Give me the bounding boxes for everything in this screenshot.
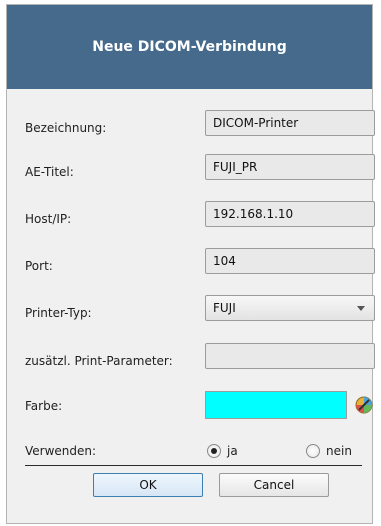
farbe-label: Farbe: bbox=[25, 399, 63, 413]
host-label: Host/IP: bbox=[25, 212, 72, 226]
port-label: Port: bbox=[25, 259, 53, 273]
radio-nein[interactable] bbox=[306, 444, 320, 458]
print-params-field[interactable] bbox=[205, 343, 375, 369]
color-picker-icon[interactable] bbox=[355, 396, 373, 414]
printer-typ-label: Printer-Typ: bbox=[25, 306, 92, 320]
bezeichnung-label: Bezeichnung: bbox=[25, 121, 107, 135]
bezeichnung-field[interactable]: DICOM-Printer bbox=[205, 110, 375, 136]
print-params-label: zusätzl. Print-Parameter: bbox=[25, 354, 173, 368]
radio-ja-label[interactable]: ja bbox=[227, 444, 238, 458]
dialog-title: Neue DICOM-Verbindung bbox=[92, 39, 287, 55]
ae-titel-label: AE-Titel: bbox=[25, 165, 74, 179]
radio-ja[interactable] bbox=[207, 444, 221, 458]
separator-line bbox=[25, 465, 362, 466]
chevron-down-icon bbox=[357, 305, 365, 311]
cancel-button[interactable]: Cancel bbox=[219, 473, 329, 497]
color-swatch[interactable] bbox=[205, 391, 347, 419]
ae-titel-field[interactable]: FUJI_PR bbox=[205, 154, 375, 180]
printer-typ-select[interactable]: FUJI bbox=[205, 295, 375, 321]
dicom-connection-dialog: Neue DICOM-Verbindung Bezeichnung: DICOM… bbox=[6, 4, 375, 524]
port-field[interactable]: 104 bbox=[205, 248, 375, 274]
ok-button[interactable]: OK bbox=[93, 473, 203, 497]
host-field[interactable]: 192.168.1.10 bbox=[205, 201, 375, 227]
printer-typ-value: FUJI bbox=[213, 301, 236, 315]
dialog-header: Neue DICOM-Verbindung bbox=[7, 5, 372, 89]
verwenden-label: Verwenden: bbox=[25, 444, 97, 458]
radio-nein-label[interactable]: nein bbox=[326, 444, 352, 458]
